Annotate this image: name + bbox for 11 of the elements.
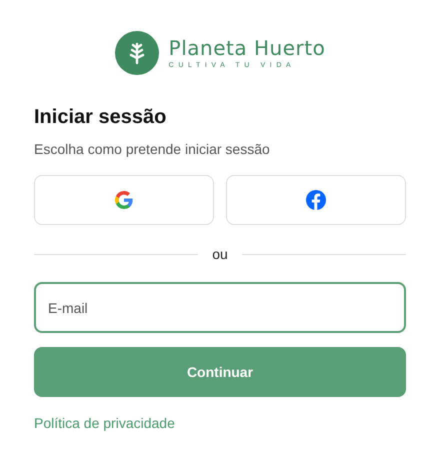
sprout-logo-icon — [114, 31, 159, 75]
facebook-icon — [306, 190, 326, 210]
subtitle: Escolha como pretende iniciar sessão — [34, 140, 271, 158]
facebook-sign-in-button[interactable] — [226, 175, 406, 225]
divider-label: ou — [212, 246, 228, 262]
page-title: Iniciar sessão — [34, 105, 168, 129]
privacy-policy-link[interactable]: Política de privacidade — [34, 415, 175, 431]
email-field[interactable]: E-mail — [34, 282, 406, 333]
google-icon — [115, 191, 133, 209]
brand-name: Planeta Huerto — [168, 36, 326, 60]
continue-button[interactable]: Continuar — [34, 347, 406, 397]
